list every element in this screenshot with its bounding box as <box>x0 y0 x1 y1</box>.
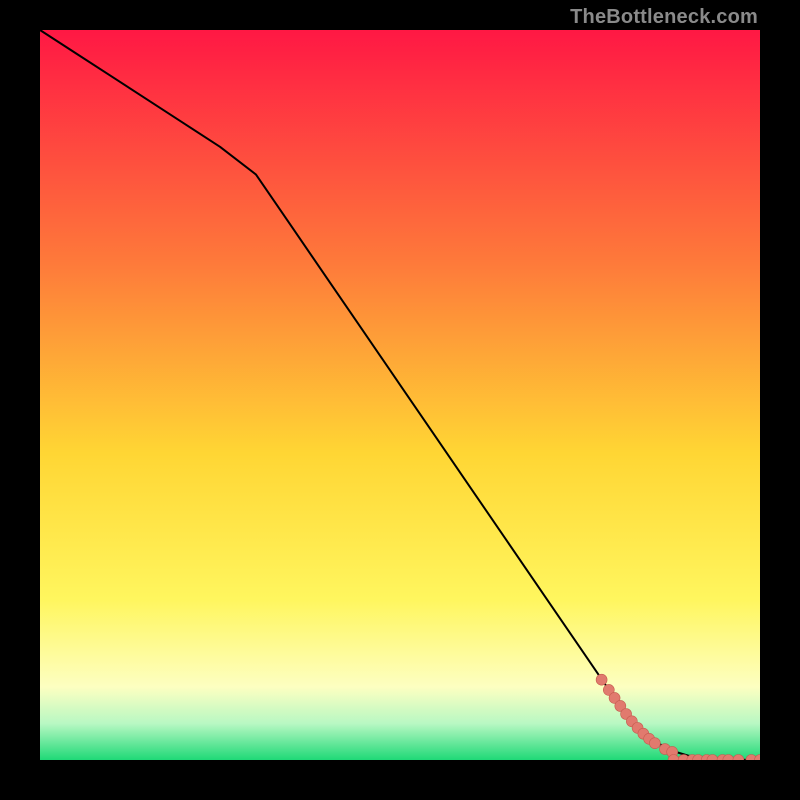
chart-frame: TheBottleneck.com <box>0 0 800 800</box>
watermark-text: TheBottleneck.com <box>570 6 758 29</box>
benchmark-dot <box>649 738 660 749</box>
bottleneck-chart <box>40 30 760 760</box>
benchmark-dot <box>596 674 607 685</box>
gradient-background <box>40 30 760 760</box>
